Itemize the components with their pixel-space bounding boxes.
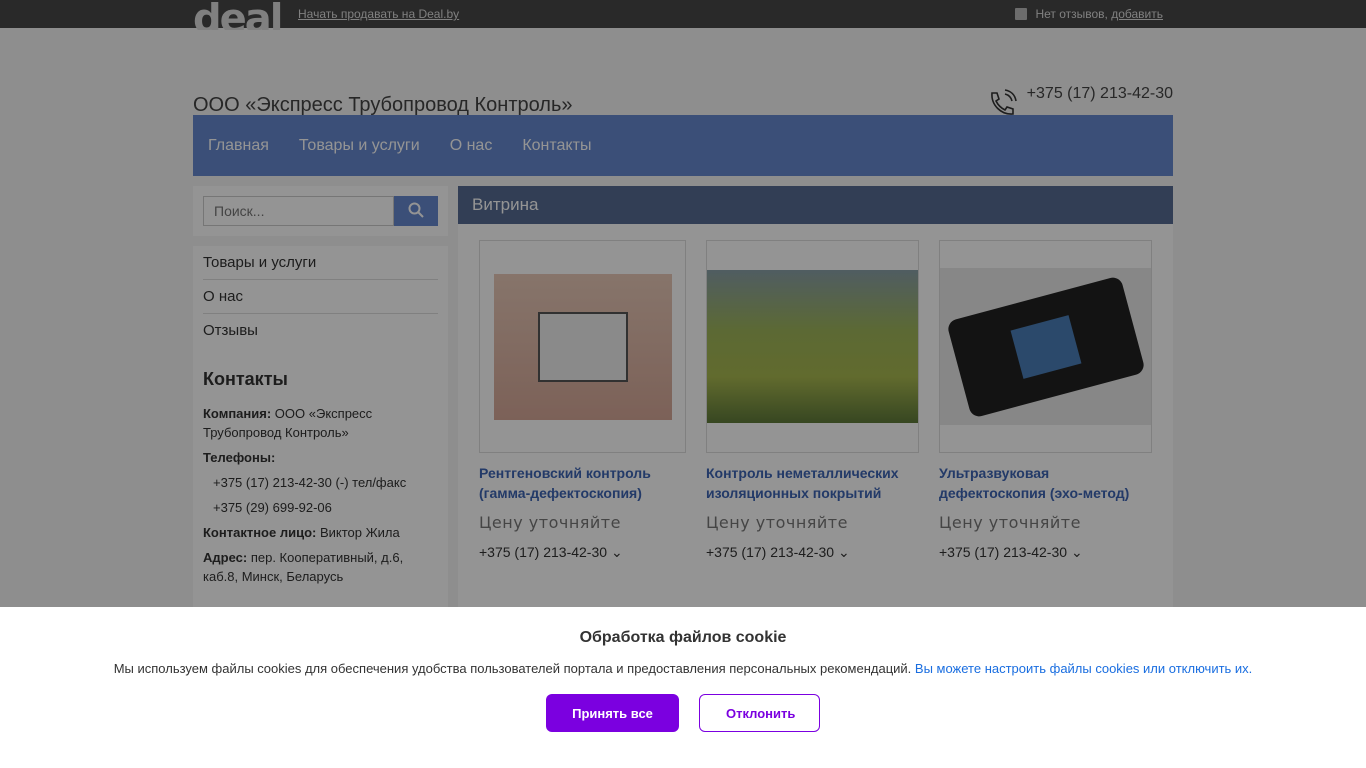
accept-all-button[interactable]: Принять все: [546, 694, 679, 732]
cookie-text: Мы используем файлы cookies для обеспече…: [113, 661, 1253, 676]
cookie-banner: Обработка файлов cookie Мы используем фа…: [0, 607, 1366, 768]
decline-button[interactable]: Отклонить: [699, 694, 820, 732]
cookie-settings-link[interactable]: Вы можете настроить файлы cookies или от…: [915, 661, 1252, 676]
cookie-title: Обработка файлов cookie: [579, 629, 787, 646]
